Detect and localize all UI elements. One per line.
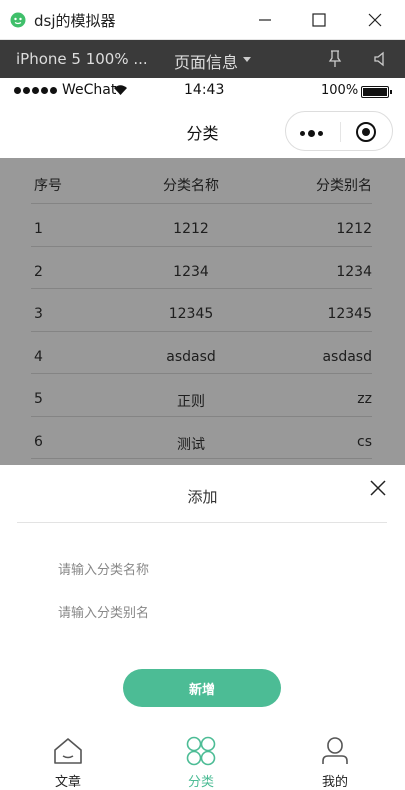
- miniprogram-capsule: [285, 111, 393, 151]
- category-alias-input[interactable]: [58, 601, 358, 625]
- clock: 14:43: [184, 82, 225, 98]
- tab-bar: 文章 分类 我的: [0, 725, 405, 790]
- battery-percent: 100%: [321, 83, 359, 98]
- signal-icon: [14, 87, 57, 94]
- device-selector[interactable]: iPhone 5 100% ...: [16, 50, 148, 68]
- close-icon: [368, 13, 382, 27]
- add-category-sheet: 添加 新增: [0, 465, 405, 725]
- chevron-down-icon: [243, 57, 251, 62]
- phone-status-bar: WeChat 14:43 100%: [0, 78, 405, 104]
- battery-icon: [361, 86, 392, 98]
- sheet-title: 添加: [187, 488, 218, 506]
- nav-bar: 分类: [0, 104, 405, 158]
- simulator-toolbar: iPhone 5 100% ... 页面信息: [0, 40, 405, 78]
- tab-category[interactable]: 分类: [151, 725, 251, 790]
- house-icon: [54, 738, 82, 764]
- exit-miniprogram-icon[interactable]: [356, 122, 376, 142]
- close-icon[interactable]: [369, 479, 387, 497]
- minimize-icon: [259, 19, 271, 21]
- more-menu-icon[interactable]: [300, 130, 323, 137]
- minimize-button[interactable]: [242, 5, 288, 35]
- tab-mine[interactable]: 我的: [285, 725, 385, 790]
- maximize-button[interactable]: [296, 5, 342, 35]
- window-close-button[interactable]: [352, 5, 398, 35]
- tab-article[interactable]: 文章: [18, 725, 118, 790]
- capsule-divider: [340, 122, 341, 142]
- page-info-dropdown[interactable]: 页面信息: [174, 49, 238, 73]
- speaker-icon[interactable]: [372, 50, 390, 68]
- maximize-icon: [312, 13, 326, 27]
- modal-backdrop[interactable]: [0, 158, 405, 465]
- category-name-input[interactable]: [58, 558, 358, 582]
- sheet-divider: [17, 522, 387, 523]
- person-icon: [322, 737, 348, 764]
- tab-label: 我的: [321, 775, 348, 790]
- tab-label: 分类: [187, 775, 214, 790]
- category-grid-icon: [186, 736, 216, 766]
- window-title: dsj的模拟器: [34, 12, 116, 30]
- pin-icon[interactable]: [327, 50, 343, 68]
- window-titlebar: dsj的模拟器: [0, 0, 405, 40]
- carrier-label: WeChat: [62, 82, 117, 98]
- app-logo-icon: [10, 12, 26, 28]
- add-button[interactable]: 新增: [123, 669, 281, 707]
- tab-label: 文章: [54, 775, 81, 790]
- wifi-icon: [114, 85, 127, 95]
